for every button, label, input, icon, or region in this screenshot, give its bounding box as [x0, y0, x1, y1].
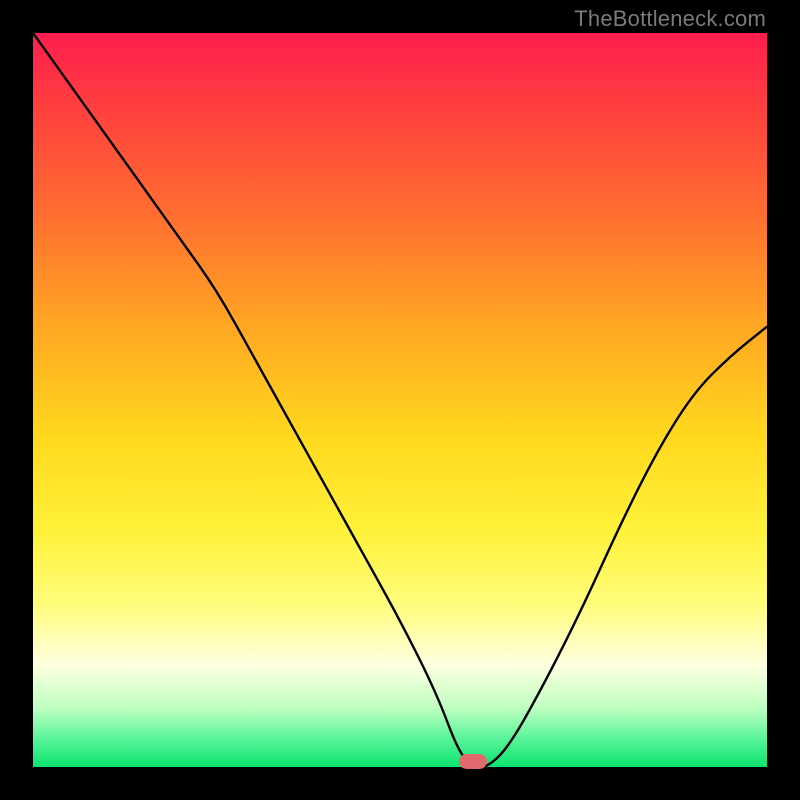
watermark-text: TheBottleneck.com [574, 6, 766, 32]
curve-path [33, 33, 767, 767]
optimum-marker [459, 754, 487, 769]
chart-frame: TheBottleneck.com [0, 0, 800, 800]
bottleneck-curve [33, 33, 767, 767]
chart-plot-area [33, 33, 767, 767]
